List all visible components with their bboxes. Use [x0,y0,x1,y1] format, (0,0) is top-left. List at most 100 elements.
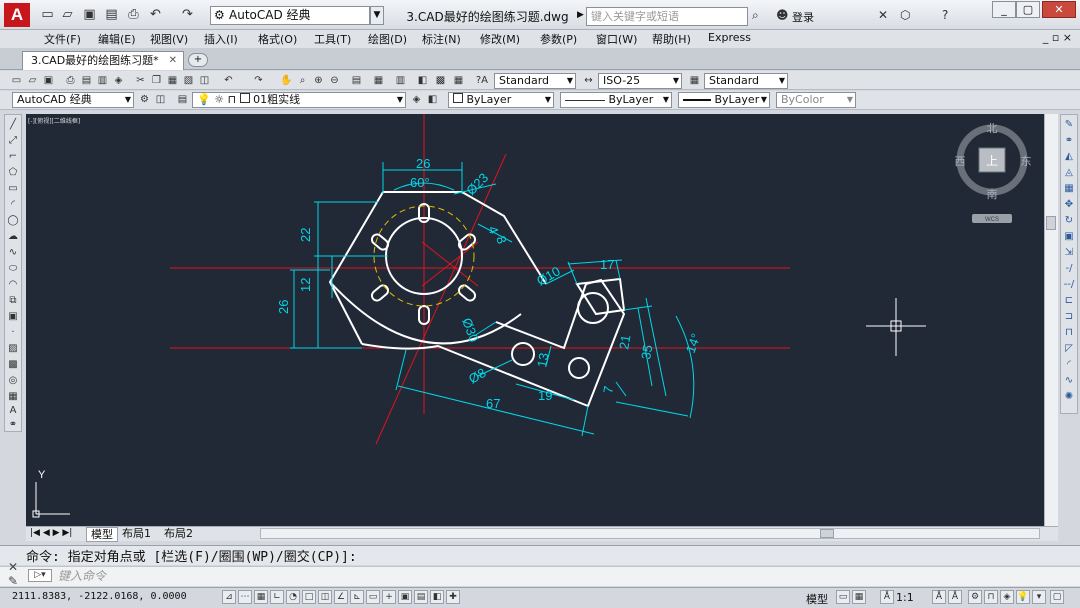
multiline-text-icon[interactable]: A [5,404,21,418]
isolate-objects-icon[interactable]: 💡 [1016,590,1030,604]
transparency-icon[interactable]: ▣ [398,590,412,604]
blend-curves-icon[interactable]: ∿ [1061,374,1077,388]
layer-properties-icon[interactable]: ▤ [176,93,189,106]
tab-layout1[interactable]: 布局1 [122,527,151,540]
region-icon[interactable]: ◎ [5,374,21,388]
insert-block-icon[interactable]: ⧉ [5,294,21,308]
menu-insert[interactable]: 插入(I) [204,31,238,47]
menu-file[interactable]: 文件(F) [44,31,81,47]
horizontal-scrollbar[interactable] [260,528,1040,539]
menu-tools[interactable]: 工具(T) [314,31,351,47]
menu-window[interactable]: 窗口(W) [596,31,637,47]
make-layer-current-icon[interactable]: ◈ [410,93,423,106]
annotation-scale-value[interactable]: 1:1 [896,591,914,604]
undo-icon[interactable]: ↶ [148,7,163,22]
linetype-select[interactable]: ByLayer ▼ [560,92,672,108]
3d-print-icon[interactable]: ◈ [112,74,125,87]
zoom-realtime-icon[interactable]: ⌕ [296,74,309,87]
gradient-icon[interactable]: ▩ [5,358,21,372]
arc-icon[interactable]: ◜ [5,198,21,212]
a360-icon[interactable]: ⬡ [900,8,910,22]
tab-layout2[interactable]: 布局2 [164,527,193,540]
workspace-select[interactable]: ⚙ AutoCAD 经典 [210,6,370,25]
cut-icon[interactable]: ✂ [134,74,147,87]
toolbar-lock-icon[interactable]: ⊓ [984,590,998,604]
mirror-icon[interactable]: ◭ [1061,150,1077,164]
join-icon[interactable]: ⊓ [1061,326,1077,340]
calculator-icon[interactable]: ▦ [452,74,465,87]
workspace-dropdown-arrow[interactable]: ▼ [370,6,384,25]
drawing-svg[interactable]: 26 60° Ø23 22 12 26 4 8 Ø10 17 Ø30 21 35… [26,114,1044,526]
quick-view-layouts-icon[interactable]: ▭ [836,590,850,604]
plot-style-select[interactable]: ByColor ▼ [776,92,856,108]
new-file-icon[interactable]: ▭ [40,7,55,22]
vertical-scrollbar[interactable] [1044,114,1058,526]
chamfer-icon[interactable]: ◸ [1061,342,1077,356]
viewcube-south[interactable]: 南 [987,188,998,201]
color-select[interactable]: ByLayer ▼ [448,92,554,108]
copy-icon[interactable]: ❐ [150,74,163,87]
snap-icon[interactable]: ⋯ [238,590,252,604]
menu-draw[interactable]: 绘图(D) [368,31,407,47]
workspace-switch-icon[interactable]: ⚙ [968,590,982,604]
app-menu-button[interactable]: A [4,3,30,27]
tool-palettes-icon[interactable]: ▥ [394,74,407,87]
menu-dimension[interactable]: 标注(N) [422,31,461,47]
annotation-scale-icon[interactable]: Å [880,590,894,604]
user-icon[interactable]: ☻ [776,8,789,22]
block-editor-icon[interactable]: ◫ [198,74,211,87]
viewcube-north[interactable]: 北 [987,122,998,135]
close-icon[interactable]: ✕ ✎ [8,560,18,588]
close-window-button[interactable]: ✕ [1042,1,1076,18]
exchange-icon[interactable]: ✕ [878,8,888,22]
menu-modify[interactable]: 修改(M) [480,31,520,47]
tab-model[interactable]: 模型 [86,527,118,542]
selection-cycling-icon[interactable]: ◧ [430,590,444,604]
menu-window-controls[interactable]: _ ▫ × [1043,31,1072,44]
annotation-monitor-icon[interactable]: ✚ [446,590,460,604]
lineweight-toggle-icon[interactable]: + [382,590,396,604]
erase-icon[interactable]: ✎ [1061,118,1077,132]
clean-screen-icon[interactable]: ▢ [1050,590,1064,604]
construction-line-icon[interactable]: ⤢ [5,134,21,148]
menu-help[interactable]: 帮助(H) [652,31,691,47]
horizontal-scroll-thumb[interactable] [820,529,834,538]
line-icon[interactable]: ╱ [5,118,21,132]
polyline-icon[interactable]: ⌐ [5,150,21,164]
ducs-icon[interactable]: ⊾ [350,590,364,604]
table-icon[interactable]: ▦ [5,390,21,404]
otrack-icon[interactable]: ∠ [334,590,348,604]
redo-icon[interactable]: ↷ [180,7,195,22]
move-icon[interactable]: ✥ [1061,198,1077,212]
viewcube-east[interactable]: 东 [1021,155,1032,168]
design-center-icon[interactable]: ▦ [372,74,385,87]
offset-icon[interactable]: ◬ [1061,166,1077,180]
quick-view-drawings-icon[interactable]: ▦ [852,590,866,604]
login-link[interactable]: 登录 [792,9,814,25]
binoculars-icon[interactable]: ⌕ [752,8,759,23]
plot-icon[interactable]: ⎙ [64,74,77,87]
table-style-icon[interactable]: ▦ [688,74,701,87]
stretch-icon[interactable]: ⇲ [1061,246,1077,260]
print-icon[interactable]: ⎙ [126,7,141,22]
close-icon[interactable]: ✕ [169,52,177,69]
preview-icon[interactable]: ▤ [80,74,93,87]
table-style-select[interactable]: Standard ▼ [704,73,788,89]
open-icon[interactable]: ▱ [26,74,39,87]
hardware-acceleration-icon[interactable]: ◈ [1000,590,1014,604]
layer-select[interactable]: 💡 ☼ ⊓ 01粗实线 ▼ [192,92,406,108]
menu-edit[interactable]: 编辑(E) [98,31,136,47]
lineweight-select[interactable]: ByLayer ▼ [678,92,770,108]
vertical-scroll-thumb[interactable] [1046,216,1056,230]
workspace-select-toolbar[interactable]: AutoCAD 经典 ▼ [12,92,134,108]
command-input[interactable]: 键入命令 [58,567,106,584]
ellipse-arc-icon[interactable]: ◠ [5,278,21,292]
status-menu-icon[interactable]: ▾ [1032,590,1046,604]
layer-previous-icon[interactable]: ◧ [426,93,439,106]
spline-icon[interactable]: ∿ [5,246,21,260]
gear-icon[interactable]: ⚙ [138,93,151,106]
save-as-icon[interactable]: ▤ [104,7,119,22]
dim-style-icon[interactable]: ↔ [582,74,595,87]
point-icon[interactable]: · [5,326,21,340]
zoom-previous-icon[interactable]: ⊖ [328,74,341,87]
